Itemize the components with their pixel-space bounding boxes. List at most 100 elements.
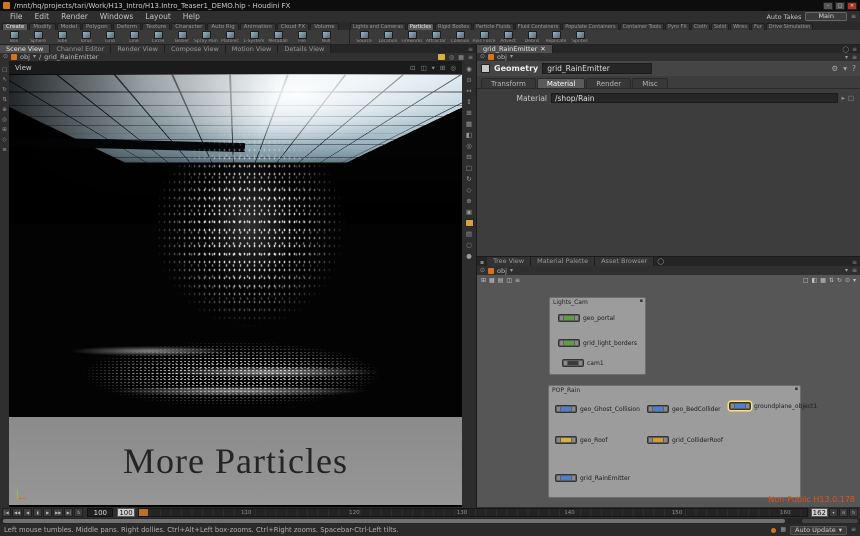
tool-replicate[interactable]: Replicate — [544, 30, 568, 44]
help-icon[interactable]: ? — [852, 64, 856, 73]
select-tool-icon[interactable]: □ — [2, 67, 7, 73]
scrollbar-stub[interactable] — [802, 519, 858, 523]
minimize-button[interactable]: – — [823, 2, 833, 10]
scale-tool-icon[interactable]: ⇅ — [2, 97, 7, 103]
current-frame-field[interactable]: 100 — [87, 508, 113, 517]
frame-all-icon[interactable]: □ — [803, 277, 809, 284]
refresh-icon[interactable]: ↻ — [466, 175, 471, 183]
take-selector[interactable]: Main — [805, 12, 847, 21]
group-display-icon[interactable]: ▤ — [466, 230, 472, 238]
tool-sphere[interactable]: Sphere — [26, 30, 50, 44]
pin-icon[interactable]: ⊙ — [480, 53, 485, 61]
thumbnail-view-icon[interactable]: ◫ — [506, 277, 512, 284]
grid-icon[interactable]: ▦ — [458, 54, 464, 61]
network-box-pop-rain[interactable]: POP_Rain ▪ geo_Ghost_Collision geo_BedCo… — [548, 385, 801, 498]
shelf-tab-lights-cameras[interactable]: Lights and Cameras — [350, 23, 406, 30]
grid-icon[interactable]: ⊞ — [440, 64, 445, 72]
node-cam1[interactable]: cam1 — [562, 359, 604, 367]
pane-split-icon[interactable]: ◯ — [842, 46, 849, 53]
timeline-slider[interactable]: 110 120 130 140 150 160 — [138, 508, 808, 517]
split-view-icon[interactable]: ◧ — [812, 277, 818, 284]
pane-split-icon[interactable]: ▪ — [480, 259, 484, 266]
tool-source[interactable]: Source — [352, 30, 376, 44]
tool-fireworks[interactable]: Fireworks — [400, 30, 424, 44]
shelf-tab-modify[interactable]: Modify — [29, 23, 55, 30]
shelf-tab-volume[interactable]: Volume — [310, 23, 338, 30]
tool-debris[interactable]: Debris — [520, 30, 544, 44]
open-floating-icon[interactable]: □ — [848, 94, 854, 102]
tab-render[interactable]: Render — [586, 78, 631, 88]
sort-icon[interactable]: ⇅ — [829, 277, 834, 284]
template-display-icon[interactable]: ▣ — [466, 208, 472, 216]
viewport-label[interactable]: View — [15, 64, 32, 72]
menu-windows[interactable]: Windows — [94, 12, 139, 21]
tool-file[interactable]: File — [290, 30, 314, 44]
tab-grid-rainemitter[interactable]: grid_RainEmitter ✕ — [477, 45, 553, 53]
go-to-end-button[interactable]: ▶| — [64, 508, 73, 517]
playback-options-button[interactable]: ▾ — [829, 508, 838, 517]
pan-tool-icon[interactable]: ⊙ — [466, 76, 471, 84]
shelf-tab-texture[interactable]: Texture — [142, 23, 170, 30]
shelf-tab-autorig[interactable]: Auto Rig — [207, 23, 238, 30]
maximize-button[interactable]: ▢ — [835, 2, 845, 10]
pose-tool-icon[interactable]: ◇ — [2, 137, 6, 143]
tab-material-palette[interactable]: Material Palette — [531, 257, 595, 266]
network-menu-icon[interactable]: ≡ — [515, 277, 520, 284]
shelf-tab-particles[interactable]: Particles — [407, 23, 434, 30]
node-grid-rainemitter[interactable]: grid_RainEmitter — [555, 474, 630, 482]
dolly-tool-icon[interactable]: ↔ — [466, 87, 471, 95]
chevron-down-icon[interactable]: ▾ — [845, 267, 848, 274]
path-context[interactable]: obj — [20, 53, 30, 61]
shelf-tab-particle-fluids[interactable]: Particle Fluids — [473, 23, 514, 30]
next-keyframe-button[interactable]: ▶▶ — [53, 508, 63, 517]
range-end-field[interactable]: 162 — [811, 508, 828, 517]
pane-menu-icon[interactable]: ≡ — [468, 46, 473, 53]
shelf-tab-container-tools[interactable]: Container Tools — [620, 23, 664, 30]
stop-button[interactable]: ▮ — [33, 508, 42, 517]
path-node[interactable]: grid_RainEmitter — [44, 53, 98, 61]
pane-menu-icon[interactable]: ≡ — [852, 259, 857, 266]
chevron-down-icon[interactable]: ▾ — [853, 277, 856, 284]
realtime-toggle-button[interactable]: ↻ — [849, 508, 858, 517]
shelf-tab-fluid-containers[interactable]: Fluid Containers — [515, 23, 562, 30]
node-grid-light-borders[interactable]: grid_light_borders — [558, 339, 637, 347]
tool-platonic[interactable]: Platonic — [218, 30, 242, 44]
tool-lsystem[interactable]: L-System — [242, 30, 266, 44]
toolbar-menu-icon[interactable]: ≡ — [2, 147, 7, 153]
close-button[interactable]: ✕ — [847, 2, 857, 10]
menu-file[interactable]: File — [4, 12, 29, 21]
material-path-field[interactable]: /shop/Rain — [551, 93, 838, 103]
node-name-field[interactable]: grid_RainEmitter — [542, 63, 652, 74]
playhead[interactable] — [139, 509, 148, 516]
go-to-start-button[interactable]: |◀ — [2, 508, 11, 517]
netbox-minimize-icon[interactable]: ▪ — [640, 298, 643, 304]
menu-help[interactable]: Help — [177, 12, 206, 21]
tool-tube[interactable]: Tube — [50, 30, 74, 44]
list-view-icon[interactable]: ▤ — [498, 277, 504, 284]
lighting-icon[interactable]: ◎ — [466, 142, 472, 150]
tab-asset-browser[interactable]: Asset Browser — [595, 257, 654, 266]
auto-update-selector[interactable]: Auto Update ▾ — [790, 526, 847, 535]
tool-grid[interactable]: Grid — [98, 30, 122, 44]
takes-menu-icon[interactable]: ≡ — [851, 13, 856, 21]
tab-material[interactable]: Material — [537, 78, 585, 88]
camera-lock-icon[interactable]: □ — [466, 164, 472, 172]
shelf-tab-drive-simulation[interactable]: Drive Simulation — [766, 23, 814, 30]
shelf-tab-character[interactable]: Character — [171, 23, 206, 30]
tool-location[interactable]: Location — [376, 30, 400, 44]
shelf-tab-cloudfx[interactable]: Cloud FX — [277, 23, 309, 30]
tool-line[interactable]: Line — [122, 30, 146, 44]
tab-render-view[interactable]: Render View — [111, 45, 165, 53]
node-groundplane-object1[interactable]: groundplane_object1 — [729, 402, 817, 410]
tool-collision[interactable]: Collision — [448, 30, 472, 44]
chevron-down-icon[interactable]: ▾ — [845, 54, 848, 61]
network-box-lights-cam[interactable]: Lights_Cam ▪ geo_portal grid_light_borde… — [549, 297, 646, 375]
play-button[interactable]: ▶ — [43, 508, 52, 517]
shelf-tab-solid[interactable]: Solid — [711, 23, 729, 30]
node-geo-bedcollider[interactable]: geo_BedCollider — [647, 405, 721, 413]
tool-null[interactable]: Null — [314, 30, 338, 44]
node-geo-portal[interactable]: geo_portal — [558, 314, 615, 322]
shelf-tab-pyrofx[interactable]: Pyro FX — [665, 23, 690, 30]
cache-icon[interactable]: ▦ — [780, 526, 786, 534]
network-context[interactable]: obj — [497, 267, 507, 275]
